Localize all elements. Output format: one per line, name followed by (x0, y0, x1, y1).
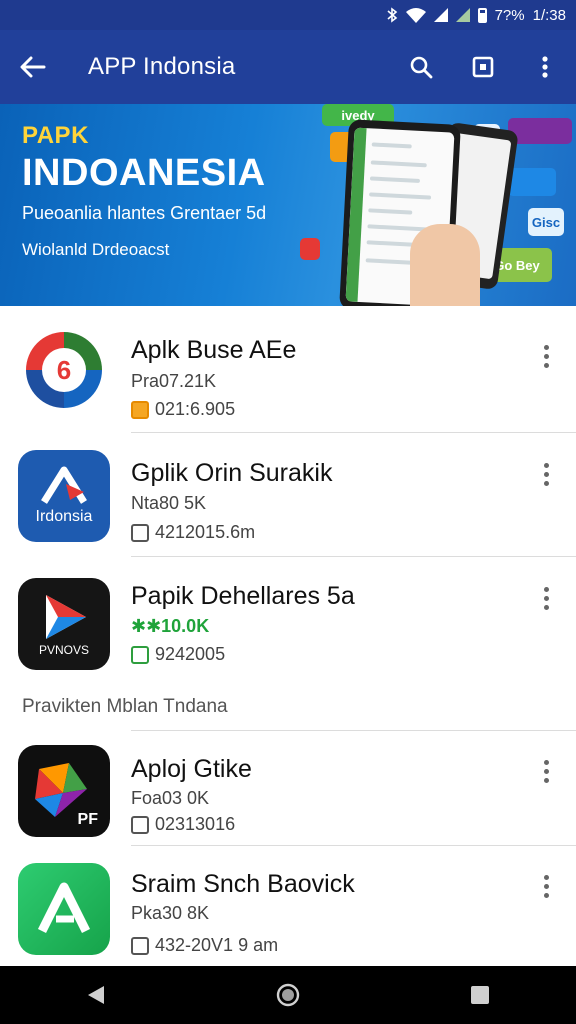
app-meta-date-text: 02313016 (155, 814, 236, 834)
wifi-icon (405, 7, 426, 23)
banner-text: PAPK INDOANESIA Pueoanlia hlantes Grenta… (22, 122, 266, 260)
app-name: Sraim Snch Baovick (131, 870, 355, 898)
app-meta-date-text: 432-20V1 9 am (155, 935, 279, 955)
section-header: Pravikten Mblan Tndana (22, 696, 228, 717)
app-meta-date-text: 4212015.6m (155, 522, 256, 542)
banner-subtitle: Pueoanlia hlantes Grentaer 5d (22, 203, 267, 223)
more-options-button[interactable] (532, 456, 560, 492)
bluetooth-icon (386, 7, 398, 23)
banner-chip: Gisc (528, 208, 564, 236)
banner-app-icon-red (300, 238, 320, 260)
nav-recents-button[interactable] (450, 966, 510, 1024)
app-title: APP Indonsia (88, 53, 236, 80)
more-options-button[interactable] (532, 580, 560, 616)
banner-kicker: PAPK (22, 122, 89, 149)
square-icon (472, 56, 494, 78)
list-item[interactable]: Sraim Snch Baovick Pka30 8K 432-20V1 9 a… (0, 846, 576, 966)
calendar-icon (131, 523, 149, 542)
list-item[interactable]: PF Aploj Gtike Foa03 0K 02313016 (0, 731, 576, 846)
nav-recents-icon (471, 986, 489, 1004)
app-name: Papik Dehellares 5a (131, 582, 355, 610)
status-bar: 7?% 1/:38 (0, 0, 576, 30)
app-meta-date: 02313016 (131, 814, 235, 835)
square-button[interactable] (452, 30, 514, 104)
list-item[interactable]: PVNOVS Papik Dehellares 5a ✱✱10.0K 92420… (0, 558, 576, 682)
calendar-icon (131, 936, 149, 955)
nav-back-button[interactable] (66, 966, 126, 1024)
app-meta-size: Nta80 5K (131, 493, 207, 513)
banner-chip-blue (508, 168, 556, 196)
search-button[interactable] (390, 30, 452, 104)
list-item[interactable]: Irdonsia Gplik Orin Surakik Nta80 5K 421… (0, 434, 576, 558)
more-options-button[interactable] (514, 30, 576, 104)
app-meta-rating: ✱✱10.0K (131, 616, 210, 636)
green-a-app-icon (18, 863, 110, 955)
app-icon-label: PVNOVS (38, 643, 89, 657)
app-meta-date: 9242005 (131, 644, 225, 665)
indonesia-app-icon: Irdonsia (18, 450, 110, 542)
more-options-button[interactable] (532, 753, 560, 789)
banner-subtitle-2: Wiolanld Drdeoacst (22, 240, 170, 259)
battery-icon (477, 7, 487, 23)
app-meta-date-text: 9242005 (155, 644, 226, 664)
back-arrow-icon (20, 56, 46, 78)
app-meta-date: 021:6.905 (131, 399, 235, 420)
back-button[interactable] (0, 30, 66, 104)
clock: 1/:38 (532, 6, 566, 24)
app-name: Aploj Gtike (131, 755, 252, 783)
banner-hand (410, 224, 480, 306)
banner-title: INDOANESIA (22, 152, 266, 194)
app-icon-label: PF (77, 811, 98, 828)
app-meta-date: 432-20V1 9 am (131, 935, 278, 956)
pf-app-icon: PF (18, 745, 110, 837)
nav-home-icon (276, 983, 300, 1007)
nav-home-button[interactable] (258, 966, 318, 1024)
system-nav-bar (0, 966, 576, 1024)
divider (131, 432, 576, 433)
colorful-circle-app-icon: 6 (18, 324, 110, 416)
signal-icon-2 (455, 8, 470, 22)
play-triangle-app-icon: PVNOVS (18, 578, 110, 670)
signal-icon (433, 8, 448, 22)
calendar-icon (131, 645, 149, 664)
calendar-icon (131, 400, 149, 419)
svg-text:6: 6 (57, 355, 71, 385)
app-icon-label: Irdonsia (35, 508, 93, 525)
promo-banner[interactable]: PAPK INDOANESIA Pueoanlia hlantes Grenta… (0, 104, 576, 306)
divider (131, 556, 576, 557)
more-options-button[interactable] (532, 338, 560, 374)
app-name: Gplik Orin Surakik (131, 459, 333, 487)
app-meta-size: Pka30 8K (131, 903, 210, 923)
battery-percent: 7?% (494, 6, 525, 24)
app-meta-size: Pra07.21K (131, 371, 217, 391)
app-bar: APP Indonsia (0, 30, 576, 104)
more-options-button[interactable] (532, 868, 560, 904)
more-vert-icon (542, 56, 548, 78)
calendar-icon (131, 815, 149, 834)
app-meta-size: Foa03 0K (131, 788, 210, 808)
search-icon (410, 56, 433, 79)
list-item[interactable]: 6 Aplk Buse AEe Pra07.21K 021:6.905 (0, 310, 576, 434)
nav-back-icon (88, 986, 104, 1004)
app-meta-date-text: 021:6.905 (155, 399, 236, 419)
app-meta-date: 4212015.6m (131, 522, 255, 543)
app-name: Aplk Buse AEe (131, 336, 297, 364)
